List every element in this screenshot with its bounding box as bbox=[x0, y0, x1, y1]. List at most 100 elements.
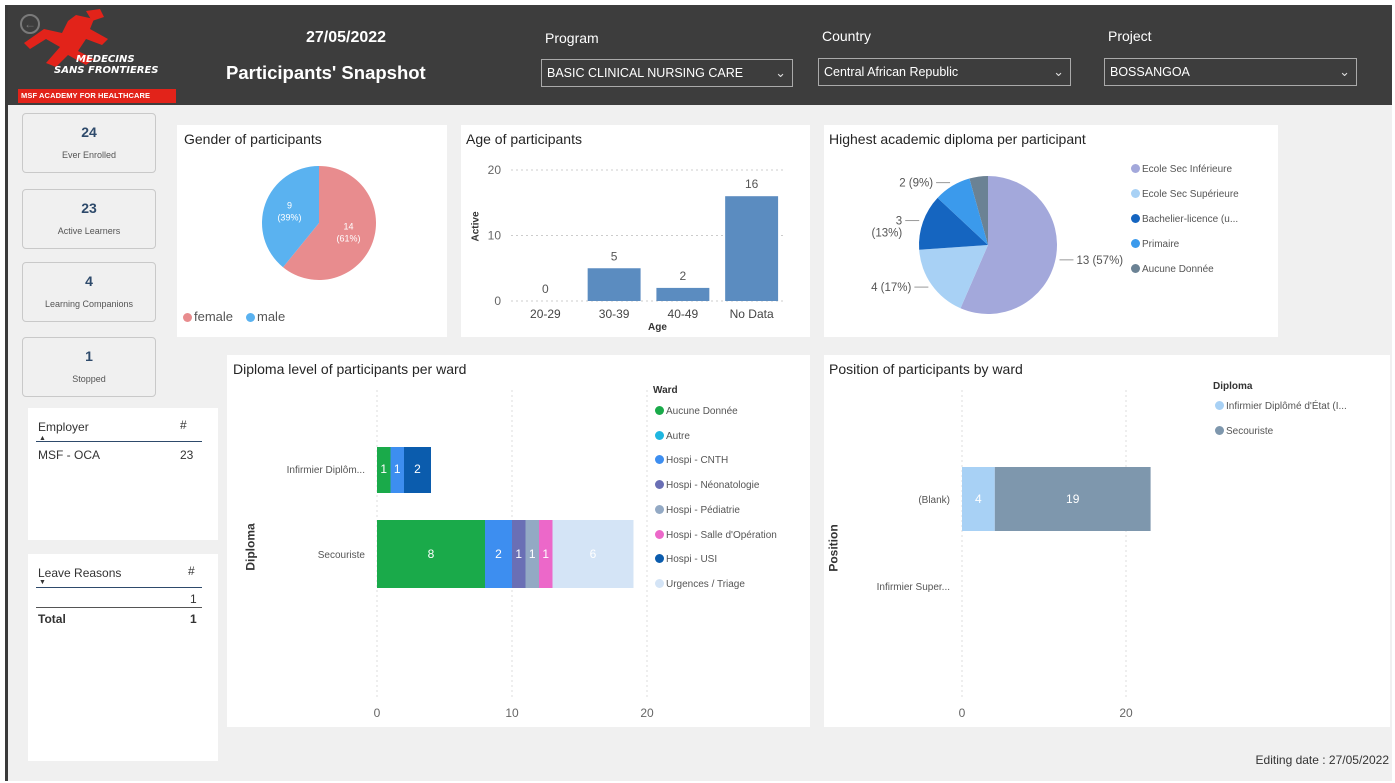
bar-data-label: 2 bbox=[680, 269, 687, 283]
diploma-pie-chart: 13 (57%) 4 (17%) 3(13%) 2 (9%) bbox=[871, 176, 1123, 314]
program-label: Program bbox=[545, 30, 599, 46]
legend-item[interactable]: Hospi - Néonatologie bbox=[655, 480, 759, 491]
kpi-card-stopped[interactable]: 1 Stopped bbox=[22, 337, 156, 397]
position-chart-panel: Position of participants by ward Positio… bbox=[824, 355, 1390, 727]
legend-dot bbox=[655, 480, 664, 490]
y-tick-label: Infirmier Super... bbox=[877, 582, 950, 593]
legend-label: Hospi - Pédiatrie bbox=[666, 504, 740, 516]
kpi-card-ever-enrolled[interactable]: 24 Ever Enrolled bbox=[22, 113, 156, 173]
table-row-count: 1 bbox=[190, 592, 197, 606]
legend-label: Aucune Donnée bbox=[666, 406, 738, 417]
leave-reasons-column-header[interactable]: Leave Reasons bbox=[38, 566, 121, 580]
legend-dot bbox=[655, 504, 664, 514]
bar[interactable] bbox=[725, 196, 779, 301]
legend-label: Ecole Sec Inférieure bbox=[1142, 164, 1233, 175]
sort-desc-icon[interactable]: ▼ bbox=[39, 579, 46, 586]
pie-data-label: 4 (17%) bbox=[871, 282, 911, 294]
pie-data-label: 9 bbox=[287, 201, 292, 211]
count-column-header[interactable]: # bbox=[188, 564, 195, 578]
chevron-down-icon: ⌄ bbox=[775, 65, 786, 80]
count-column-header[interactable]: # bbox=[180, 418, 187, 432]
editing-date: Editing date : 27/05/2022 bbox=[1255, 753, 1389, 767]
legend-item[interactable]: Infirmier Diplômé d'État (I... bbox=[1215, 401, 1347, 412]
x-tick-label: No Data bbox=[730, 307, 774, 321]
employer-table: Employer # ▲ MSF - OCA 23 bbox=[28, 408, 218, 540]
legend-label: Aucune Donnée bbox=[1142, 264, 1214, 275]
page-title: Participants' Snapshot bbox=[226, 62, 426, 83]
legend-dot bbox=[655, 406, 664, 415]
bar-data-label: 1 bbox=[529, 547, 536, 561]
kpi-label: Learning Companions bbox=[44, 299, 134, 309]
y-axis-label: Active bbox=[470, 211, 482, 242]
bar-data-label: 2 bbox=[414, 462, 421, 476]
y-tick-label: 20 bbox=[488, 163, 502, 177]
header-bar: ← MEDECINS SANS FRONTIERES MSF ACADEMY F… bbox=[8, 5, 1392, 105]
kpi-card-active-learners[interactable]: 23 Active Learners bbox=[22, 189, 156, 249]
y-tick-label: Infirmier Diplôm... bbox=[287, 465, 365, 476]
bar[interactable] bbox=[587, 268, 641, 301]
legend-dot bbox=[655, 529, 664, 539]
legend-item[interactable]: Ecole Sec Supérieure bbox=[1131, 189, 1239, 200]
bar-data-label: 1 bbox=[380, 462, 387, 476]
x-tick-label: 0 bbox=[374, 706, 381, 720]
msf-runner-icon bbox=[24, 9, 108, 67]
legend-item[interactable]: Hospi - Salle d'Opération bbox=[655, 529, 777, 541]
legend-label: Hospi - USI bbox=[666, 554, 718, 566]
legend-item[interactable]: Aucune Donnée bbox=[655, 406, 738, 417]
total-divider bbox=[36, 607, 202, 608]
legend-female[interactable]: female bbox=[183, 309, 233, 324]
table-row-name: MSF - OCA bbox=[38, 448, 100, 462]
ward-chart-panel: Diploma level of participants per ward D… bbox=[227, 355, 810, 727]
bar-data-label: 0 bbox=[542, 282, 549, 296]
legend-label: Infirmier Diplômé d'État (I... bbox=[1226, 401, 1347, 412]
legend-item[interactable]: Hospi - CNTH bbox=[655, 455, 728, 466]
bar-data-label: 16 bbox=[745, 177, 759, 191]
y-tick-label: (Blank) bbox=[918, 495, 950, 506]
legend-dot bbox=[1131, 264, 1140, 273]
bar-data-label: 1 bbox=[542, 547, 549, 561]
program-dropdown[interactable]: BASIC CLINICAL NURSING CARE ⌄ bbox=[541, 59, 793, 87]
legend-label: Primaire bbox=[1142, 239, 1180, 250]
pie-data-label: 3 bbox=[896, 216, 902, 228]
country-value: Central African Republic bbox=[824, 65, 959, 79]
leave-reasons-table: Leave Reasons # ▼ 1 Total 1 bbox=[28, 554, 218, 761]
kpi-label: Stopped bbox=[72, 374, 106, 384]
bar[interactable] bbox=[656, 287, 710, 301]
legend-item[interactable]: Ecole Sec Inférieure bbox=[1131, 164, 1232, 175]
legend-item[interactable]: Primaire bbox=[1131, 239, 1179, 250]
legend-item[interactable]: Aucune Donnée bbox=[1131, 264, 1214, 275]
employer-column-header[interactable]: Employer bbox=[38, 420, 89, 434]
back-arrow-icon[interactable]: ← bbox=[20, 14, 40, 34]
gender-pie-chart: 14 (61%) 9 (39%) bbox=[261, 166, 376, 280]
pie-data-label: 2 (9%) bbox=[899, 178, 933, 190]
legend-dot bbox=[246, 313, 255, 322]
legend-item[interactable]: Urgences / Triage bbox=[655, 578, 745, 590]
gender-chart-panel: Gender of participants 14 (61%) 9 (39%) fem… bbox=[177, 125, 447, 337]
legend-dot bbox=[655, 554, 664, 564]
bar-data-label: 1 bbox=[394, 462, 401, 476]
legend-item[interactable]: Secouriste bbox=[1215, 426, 1273, 437]
pie-data-label: (61%) bbox=[337, 233, 361, 243]
legend-item[interactable]: Bachelier-licence (u... bbox=[1131, 214, 1238, 225]
legend-item[interactable]: Hospi - Pédiatrie bbox=[655, 504, 740, 516]
kpi-card-learning-companions[interactable]: 4 Learning Companions bbox=[22, 262, 156, 322]
legend-dot bbox=[183, 313, 192, 322]
legend-male[interactable]: male bbox=[246, 309, 285, 324]
legend-item[interactable]: Autre bbox=[655, 430, 690, 442]
kpi-value: 24 bbox=[81, 124, 97, 140]
country-dropdown[interactable]: Central African Republic ⌄ bbox=[818, 58, 1071, 86]
legend-label: female bbox=[194, 309, 234, 324]
project-value: BOSSANGOA bbox=[1110, 65, 1190, 79]
legend-dot bbox=[1215, 401, 1224, 410]
legend-label: male bbox=[257, 309, 286, 324]
dashboard-frame: ← MEDECINS SANS FRONTIERES MSF ACADEMY F… bbox=[5, 5, 1392, 781]
legend-label: Hospi - Néonatologie bbox=[666, 480, 760, 492]
pie-data-label: 14 bbox=[344, 221, 354, 231]
x-tick-label: 20 bbox=[1119, 706, 1133, 720]
x-tick-label: 40-49 bbox=[668, 307, 699, 321]
project-dropdown[interactable]: BOSSANGOA ⌄ bbox=[1104, 58, 1357, 86]
legend-item[interactable]: Hospi - USI bbox=[655, 554, 717, 565]
bar-data-label: 19 bbox=[1066, 492, 1080, 506]
header-divider bbox=[36, 587, 202, 588]
bar-data-label: 4 bbox=[975, 492, 982, 506]
